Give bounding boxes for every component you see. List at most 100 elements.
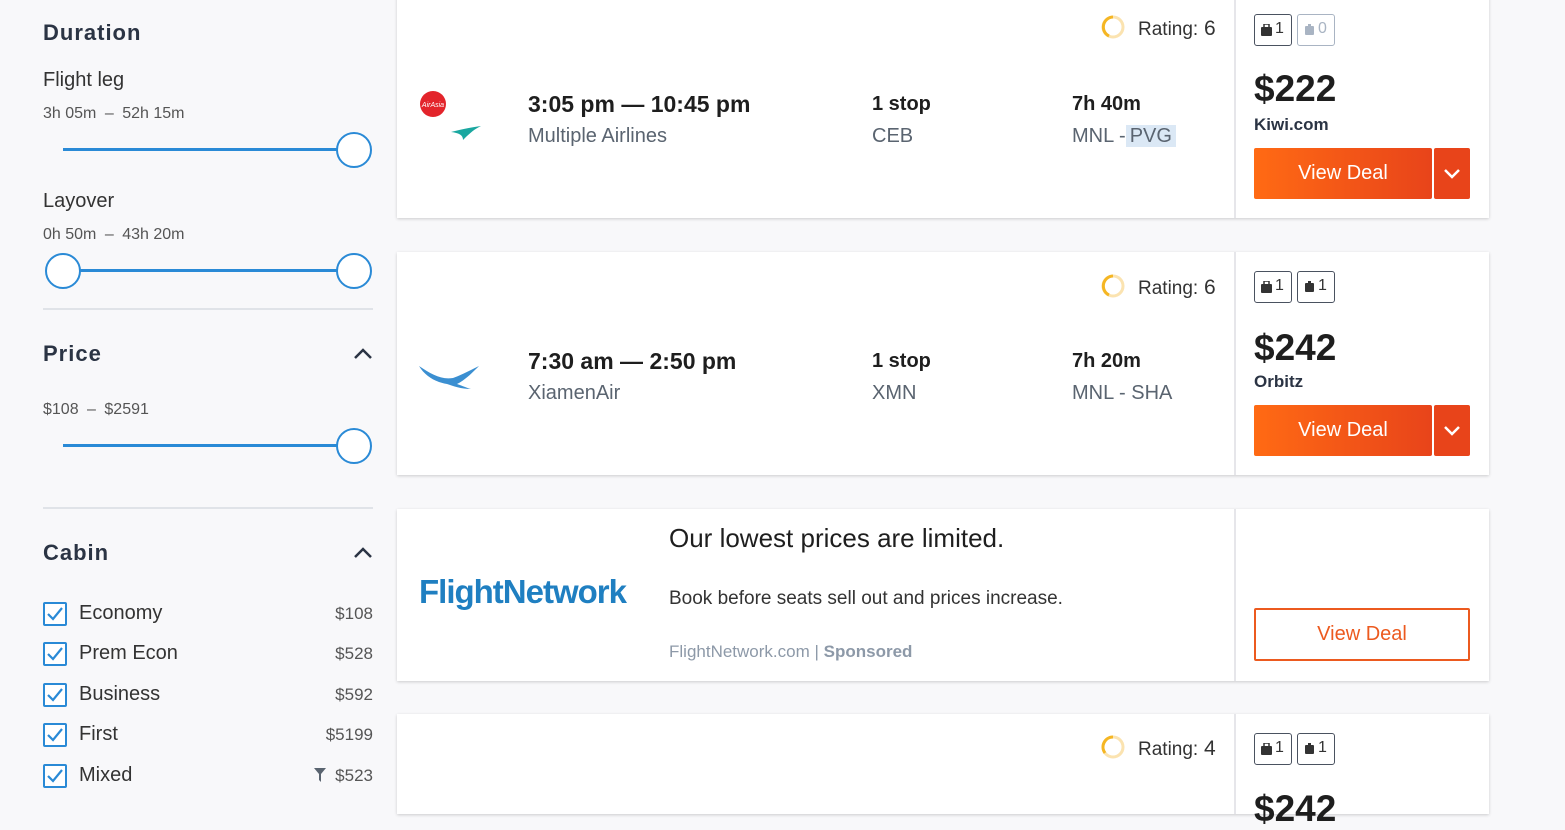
carry-on-count: 1	[1275, 20, 1284, 37]
checked-bag-badge: 1	[1297, 733, 1335, 765]
result-card[interactable]: Rating: 6 AirAsia 3:05 pm — 10:45 pm Mul…	[397, 0, 1489, 218]
carry-on-bag-badge: 1	[1254, 271, 1292, 303]
cabin-option-price: $108	[335, 604, 373, 623]
cabin-option-economy[interactable]: Economy $108	[43, 602, 373, 628]
checked-bag-count: 0	[1318, 20, 1327, 37]
checkmark-icon	[47, 607, 63, 621]
range-separator: –	[104, 226, 114, 243]
flight-leg-min: 3h 05m	[43, 105, 97, 122]
cabin-option-prem-econ[interactable]: Prem Econ $528	[43, 642, 373, 668]
checkbox[interactable]	[43, 723, 67, 747]
ad-text: Book before seats sell out and prices in…	[669, 588, 1063, 609]
flight-leg-slider-track[interactable]	[63, 148, 353, 151]
price-slider-track[interactable]	[63, 444, 353, 447]
range-separator: –	[104, 105, 114, 122]
cabin-option-price: $5199	[325, 725, 373, 744]
price: $222	[1254, 68, 1337, 109]
price: $242	[1254, 788, 1337, 829]
route: MNL - PVG	[1072, 125, 1176, 148]
ad-view-deal-button[interactable]: View Deal	[1254, 608, 1470, 661]
flight-leg-max: 52h 15m	[122, 105, 185, 122]
layover-slider-min-handle[interactable]	[45, 253, 81, 289]
checked-bag-badge: 1	[1297, 271, 1335, 303]
rating-value: 6	[1204, 276, 1216, 299]
checkbox[interactable]	[43, 642, 67, 666]
layover-max: 43h 20m	[122, 226, 185, 243]
chevron-down-icon	[1444, 169, 1460, 179]
stop-airport: XMN	[872, 382, 917, 404]
checkmark-icon	[47, 688, 63, 702]
checkmark-icon	[47, 647, 63, 661]
rating-ring-icon	[1101, 15, 1125, 39]
checked-bag-badge: 0	[1297, 14, 1335, 46]
flight-leg-label: Flight leg	[43, 69, 125, 91]
price: $242	[1254, 327, 1337, 368]
flight-times: 7:30 am — 2:50 pm	[528, 348, 737, 374]
view-deal-button[interactable]: View Deal	[1254, 405, 1432, 456]
result-card[interactable]: Rating: 6 7:30 am — 2:50 pm XiamenAir 1 …	[397, 252, 1489, 475]
carry-on-count: 1	[1275, 277, 1284, 294]
checkbox[interactable]	[43, 764, 67, 788]
carry-on-bag-badge: 1	[1254, 733, 1292, 765]
card-divider	[1234, 714, 1236, 814]
checked-bag-count: 1	[1318, 739, 1327, 756]
route-destination: PVG	[1125, 125, 1176, 147]
ad-title: Our lowest prices are limited.	[669, 523, 1005, 553]
flightnetwork-logo: FlightNetwork	[419, 573, 627, 610]
cabin-option-mixed[interactable]: Mixed $523	[43, 764, 373, 790]
carry-on-bag-icon	[1261, 24, 1272, 36]
ad-source: FlightNetwork.com | Sponsored	[669, 642, 912, 662]
carry-on-bag-badge: 1	[1254, 14, 1292, 46]
filters-sidebar: Duration Flight leg 3h 05m – 52h 15m Lay…	[0, 0, 390, 802]
rating-label: Rating:	[1138, 278, 1199, 299]
carry-on-count: 1	[1275, 739, 1284, 756]
price-min: $108	[43, 401, 79, 418]
deal-options-dropdown[interactable]	[1434, 405, 1470, 456]
checked-bag-icon	[1305, 281, 1314, 292]
divider	[43, 507, 373, 509]
flight-leg-range: 3h 05m – 52h 15m	[43, 105, 184, 123]
cabin-option-label: Business	[79, 683, 161, 705]
checkbox[interactable]	[43, 683, 67, 707]
chevron-up-icon[interactable]	[353, 347, 373, 361]
price-slider-max-handle[interactable]	[336, 428, 372, 464]
cabin-option-label: First	[79, 723, 118, 745]
divider	[43, 308, 373, 310]
deal-options-dropdown[interactable]	[1434, 148, 1470, 199]
filter-icon[interactable]	[314, 768, 326, 782]
cabin-option-first[interactable]: First $5199	[43, 723, 373, 749]
cabin-title[interactable]: Cabin	[43, 540, 109, 566]
airline-bird-logo-icon	[451, 126, 481, 140]
svg-text:AirAsia: AirAsia	[421, 102, 444, 109]
checkbox[interactable]	[43, 602, 67, 626]
layover-slider-max-handle[interactable]	[336, 253, 372, 289]
cabin-option-business[interactable]: Business $592	[43, 683, 373, 709]
duration-title: Duration	[43, 20, 142, 45]
layover-slider-track[interactable]	[63, 269, 353, 272]
card-divider	[1234, 0, 1236, 218]
rating-value: 6	[1204, 17, 1216, 40]
route: MNL - SHA	[1072, 382, 1173, 404]
view-deal-button[interactable]: View Deal	[1254, 148, 1432, 199]
chevron-up-icon[interactable]	[353, 546, 373, 560]
result-card[interactable]: Rating: 4 1 1 $242	[397, 714, 1489, 829]
flight-leg-slider-max-handle[interactable]	[336, 132, 372, 168]
flight-duration: 7h 20m	[1072, 350, 1141, 372]
rating-label: Rating:	[1138, 739, 1199, 760]
cabin-option-label: Prem Econ	[79, 642, 178, 664]
stops: 1 stop	[872, 93, 931, 115]
route-origin: MNL -	[1072, 125, 1126, 147]
sponsored-ad-card[interactable]: FlightNetwork Our lowest prices are limi…	[397, 509, 1489, 681]
layover-min: 0h 50m	[43, 226, 97, 243]
rating-ring-icon	[1101, 274, 1125, 298]
flight-duration: 7h 40m	[1072, 93, 1141, 115]
range-separator: –	[87, 401, 96, 418]
xiamenair-logo-icon	[419, 366, 479, 389]
rating-ring-icon	[1101, 735, 1125, 759]
price-title[interactable]: Price	[43, 341, 102, 367]
airline-name: Multiple Airlines	[528, 125, 667, 147]
airline-name: XiamenAir	[528, 382, 621, 404]
sponsored-label: Sponsored	[823, 642, 913, 661]
card-divider	[1234, 509, 1236, 681]
flight-times: 3:05 pm — 10:45 pm	[528, 91, 751, 117]
